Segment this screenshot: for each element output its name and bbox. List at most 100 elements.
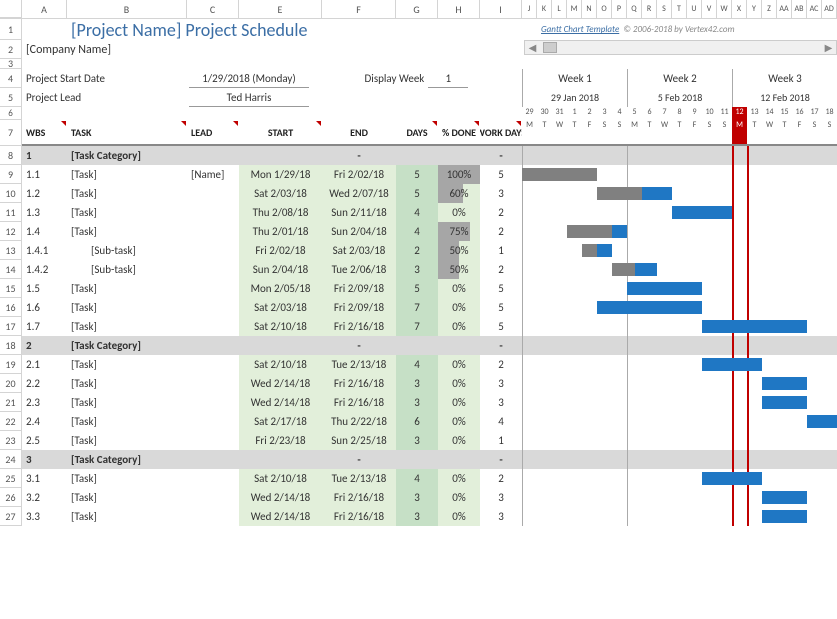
page-title[interactable]: [Project Name] Project Schedule: [67, 19, 467, 40]
start-cell[interactable]: Sat 2/03/18: [239, 184, 322, 203]
th-start[interactable]: START: [239, 120, 322, 146]
task-cell[interactable]: [Task]: [67, 165, 187, 184]
work-cell[interactable]: 5: [480, 165, 522, 184]
row-header[interactable]: 16: [0, 298, 22, 317]
pct-cell[interactable]: 0%: [438, 488, 480, 507]
work-cell[interactable]: -: [480, 336, 522, 355]
wbs-cell[interactable]: 1.3: [22, 203, 67, 222]
days-cell[interactable]: 3: [396, 488, 438, 507]
lead-cell[interactable]: [187, 507, 239, 526]
work-cell[interactable]: 2: [480, 222, 522, 241]
pct-cell[interactable]: 0%: [438, 412, 480, 431]
days-cell[interactable]: 4: [396, 469, 438, 488]
row-header[interactable]: 9: [0, 165, 22, 184]
work-cell[interactable]: 4: [480, 412, 522, 431]
col-header[interactable]: F: [322, 0, 396, 18]
task-cell[interactable]: [Task]: [67, 488, 187, 507]
pct-cell[interactable]: 0%: [438, 431, 480, 450]
task-cell[interactable]: [Task]: [67, 507, 187, 526]
start-cell[interactable]: Mon 1/29/18: [239, 165, 322, 184]
lead-cell[interactable]: [187, 279, 239, 298]
start-cell[interactable]: [239, 146, 322, 165]
lead-cell[interactable]: [187, 203, 239, 222]
pct-cell[interactable]: 60%: [438, 184, 480, 203]
days-cell[interactable]: 6: [396, 412, 438, 431]
task-cell[interactable]: [Task]: [67, 203, 187, 222]
start-cell[interactable]: Sat 2/17/18: [239, 412, 322, 431]
end-cell[interactable]: Sun 2/25/18: [322, 431, 396, 450]
task-cell[interactable]: [Task Category]: [67, 146, 187, 165]
days-cell[interactable]: 7: [396, 298, 438, 317]
task-row[interactable]: 263.2[Task]Wed 2/14/18Fri 2/16/1830%3: [0, 488, 837, 507]
col-header[interactable]: T: [672, 0, 687, 18]
col-header[interactable]: V: [702, 0, 717, 18]
col-header[interactable]: X: [732, 0, 747, 18]
col-header[interactable]: U: [687, 0, 702, 18]
th-pct[interactable]: % DONE: [438, 120, 480, 146]
days-cell[interactable]: [396, 450, 438, 469]
start-cell[interactable]: Wed 2/14/18: [239, 374, 322, 393]
pct-cell[interactable]: 0%: [438, 469, 480, 488]
row-header[interactable]: 14: [0, 260, 22, 279]
category-row[interactable]: 81[Task Category]--: [0, 146, 837, 165]
days-cell[interactable]: 5: [396, 279, 438, 298]
days-cell[interactable]: 3: [396, 374, 438, 393]
lead-cell[interactable]: [187, 469, 239, 488]
col-header[interactable]: B: [67, 0, 187, 18]
work-cell[interactable]: 3: [480, 374, 522, 393]
th-end[interactable]: END: [322, 120, 396, 146]
end-cell[interactable]: Tue 2/13/18: [322, 469, 396, 488]
lead-cell[interactable]: [187, 184, 239, 203]
pct-cell[interactable]: 0%: [438, 317, 480, 336]
pct-cell[interactable]: 0%: [438, 298, 480, 317]
th-work[interactable]: WORK DAYS: [480, 120, 522, 146]
task-cell[interactable]: [Sub-task]: [67, 260, 187, 279]
lead-cell[interactable]: [187, 222, 239, 241]
start-cell[interactable]: Sat 2/10/18: [239, 355, 322, 374]
row-header[interactable]: 8: [0, 146, 22, 165]
pct-cell[interactable]: 100%: [438, 165, 480, 184]
pct-cell[interactable]: 75%: [438, 222, 480, 241]
end-cell[interactable]: -: [322, 336, 396, 355]
wbs-cell[interactable]: 1.4: [22, 222, 67, 241]
start-cell[interactable]: Fri 2/02/18: [239, 241, 322, 260]
end-cell[interactable]: Wed 2/07/18: [322, 184, 396, 203]
lead-cell[interactable]: [187, 241, 239, 260]
task-cell[interactable]: [Task]: [67, 412, 187, 431]
wbs-cell[interactable]: 3.3: [22, 507, 67, 526]
work-cell[interactable]: 5: [480, 298, 522, 317]
pct-cell[interactable]: 0%: [438, 203, 480, 222]
col-header[interactable]: R: [642, 0, 657, 18]
col-header[interactable]: Z: [762, 0, 777, 18]
wbs-cell[interactable]: 2.3: [22, 393, 67, 412]
days-cell[interactable]: [396, 146, 438, 165]
lead-cell[interactable]: [187, 412, 239, 431]
end-cell[interactable]: Tue 2/06/18: [322, 260, 396, 279]
work-cell[interactable]: 2: [480, 355, 522, 374]
days-cell[interactable]: 3: [396, 260, 438, 279]
col-header[interactable]: AB: [792, 0, 807, 18]
col-header[interactable]: A: [22, 0, 67, 18]
days-cell[interactable]: 5: [396, 184, 438, 203]
task-row[interactable]: 192.1[Task]Sat 2/10/18Tue 2/13/1840%2: [0, 355, 837, 374]
pct-cell[interactable]: [438, 450, 480, 469]
end-cell[interactable]: Thu 2/22/18: [322, 412, 396, 431]
task-cell[interactable]: [Task]: [67, 393, 187, 412]
pct-cell[interactable]: 0%: [438, 507, 480, 526]
lead-cell[interactable]: [187, 374, 239, 393]
task-row[interactable]: 111.3[Task]Thu 2/08/18Sun 2/11/1840%2: [0, 203, 837, 222]
end-cell[interactable]: Sun 2/04/18: [322, 222, 396, 241]
col-header[interactable]: I: [480, 0, 522, 18]
scroll-thumb[interactable]: [543, 42, 557, 53]
row-header[interactable]: 7: [0, 120, 22, 146]
lead-cell[interactable]: [187, 450, 239, 469]
wbs-cell[interactable]: 2.2: [22, 374, 67, 393]
start-cell[interactable]: [239, 450, 322, 469]
work-cell[interactable]: 2: [480, 260, 522, 279]
company-name[interactable]: [Company Name]: [22, 40, 322, 59]
row-header[interactable]: 11: [0, 203, 22, 222]
work-cell[interactable]: 3: [480, 488, 522, 507]
row-header[interactable]: 20: [0, 374, 22, 393]
lead-cell[interactable]: [187, 336, 239, 355]
wbs-cell[interactable]: 3.2: [22, 488, 67, 507]
